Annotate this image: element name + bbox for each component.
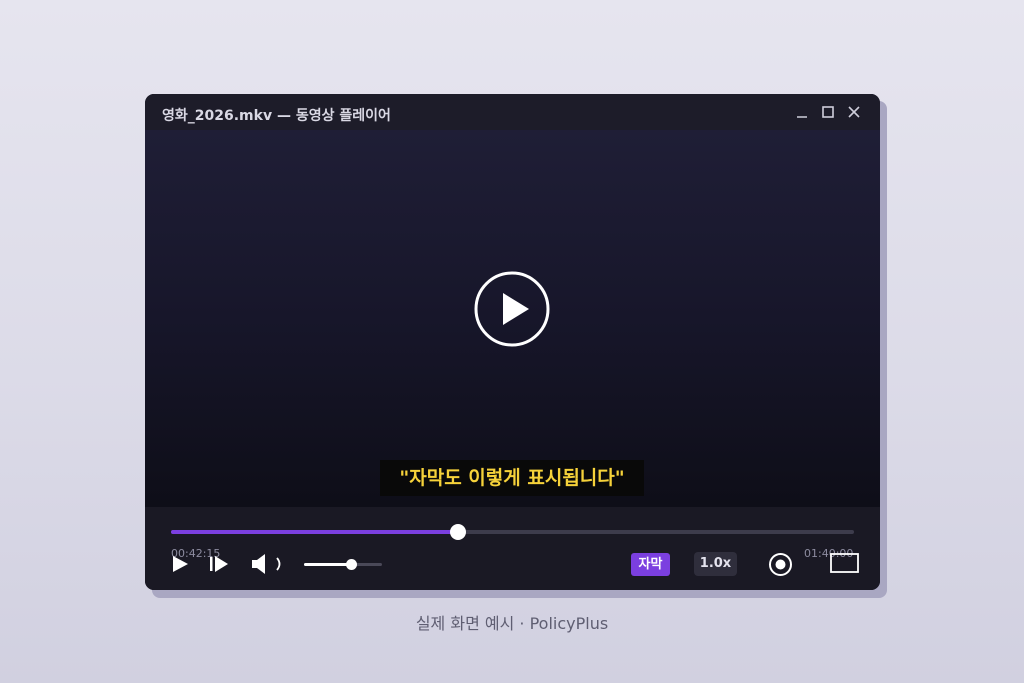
subtitle-button[interactable]: 자막 [631,553,670,576]
title-bar: 영화_2026.mkv — 동영상 플레이어 [145,94,880,130]
seek-bar[interactable] [171,524,854,540]
play-circle-icon[interactable] [474,271,550,347]
volume-handle[interactable] [345,559,357,570]
volume-slider[interactable] [304,558,382,570]
video-area[interactable]: "자막도 이렇게 표시됩니다" [145,130,880,507]
minimize-icon[interactable] [793,103,811,121]
play-icon[interactable] [171,554,189,578]
subtitle-text: "자막도 이렇게 표시됩니다" [380,460,644,496]
record-icon[interactable] [768,552,793,581]
volume-level [304,563,351,566]
skip-next-icon[interactable] [209,554,229,578]
control-bar: 00:42:15 01:40:00 자막 1.0x [145,507,880,590]
maximize-icon[interactable] [819,103,837,121]
fullscreen-icon[interactable] [830,552,860,578]
volume-icon[interactable] [250,553,284,579]
window-title: 영화_2026.mkv — 동영상 플레이어 [162,108,391,124]
playback-speed-button[interactable]: 1.0x [694,552,737,576]
seek-handle[interactable] [449,524,466,540]
caption-text: 실제 화면 예시 · PolicyPlus [415,614,609,633]
seek-progress [171,530,458,534]
video-player-window: 영화_2026.mkv — 동영상 플레이어 "자막도 이렇게 표시됩니다" 0… [145,94,880,590]
close-icon[interactable] [845,103,863,121]
